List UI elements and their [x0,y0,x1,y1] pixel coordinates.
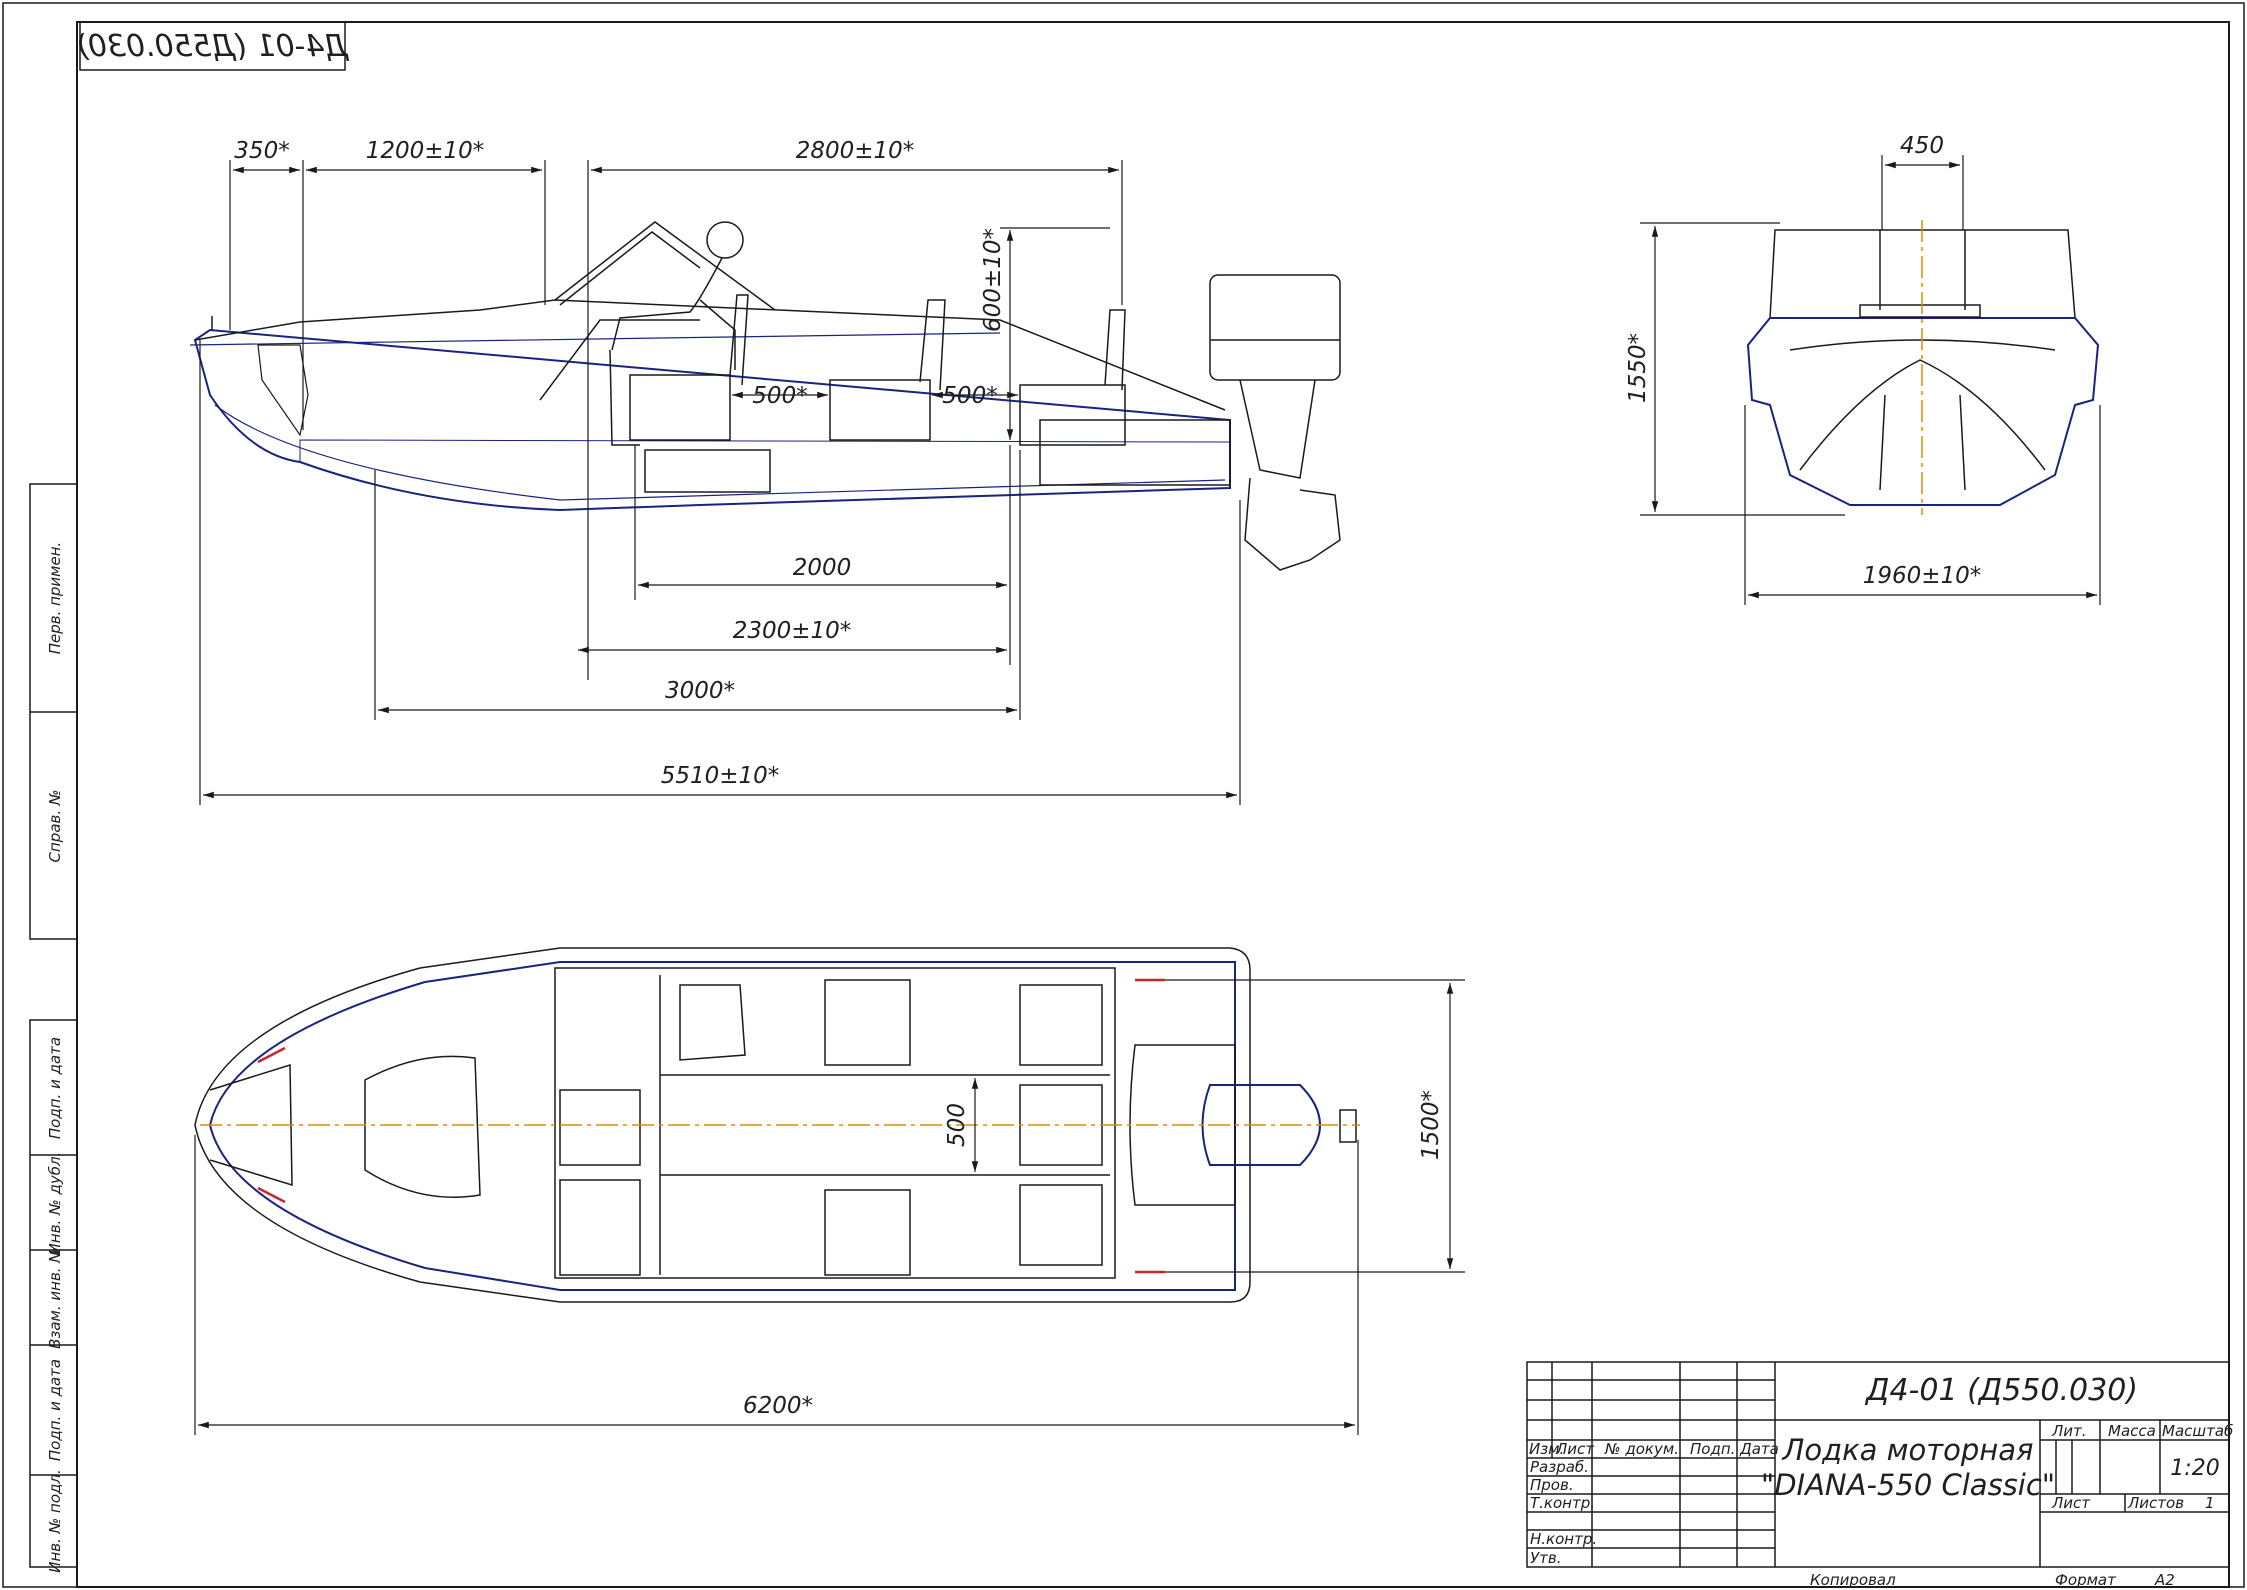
tb-row-utv: Утв. [1530,1549,1562,1567]
tb-col-podp: Подп. [1690,1440,1735,1458]
dim-3000: 3000* [665,678,735,704]
boat-drawing-sheet: Д4-01 (Д550.030) Перв. примен. Справ. № … [2,2,2245,1589]
margin-label-podp1: Подп. и дата [46,1037,64,1139]
tb-row-razrab: Разраб. [1530,1458,1589,1476]
tb-list-label: Лист [2051,1494,2091,1512]
tb-format-label: Формат [2055,1571,2117,1589]
side-view-boat [189,299,1231,512]
dim-plan-500: 500 [944,1103,970,1147]
stamp-box: Д4-01 (Д550.030) [76,21,350,71]
dim-2800: 2800±10* [796,138,915,164]
dim-600: 600±10* [980,228,1006,332]
tb-masshtab: Масштаб [2162,1422,2233,1440]
tb-col-list: Лист [1555,1440,1595,1458]
margin-label-podp2: Подп. и дата [46,1359,64,1461]
dim-450: 450 [1900,133,1944,159]
dim-1500: 1500* [1418,1090,1444,1160]
tb-scale-value: 1:20 [2170,1456,2219,1481]
tb-massa: Масса [2108,1422,2156,1440]
margin-label-sprav: Справ. № [46,790,64,863]
dim-500-a: 500* [752,383,807,409]
tb-row-nkontr: Н.контр. [1530,1530,1597,1548]
tb-lit: Лит. [2051,1422,2087,1440]
tb-row-prov: Пров. [1530,1476,1574,1494]
tb-col-data: Дата [1739,1440,1779,1458]
tb-listov-label: Листов [2127,1494,2184,1512]
tb-kopiroval: Копировал [1810,1571,1896,1589]
margin-label-inv-dubl: Инв. № дубл. [46,1152,64,1255]
dim-350: 350* [234,138,289,164]
tb-format-value: A2 [2154,1571,2175,1589]
tb-designation: Д4-01 (Д550.030) [1864,1373,2138,1408]
stamp-text: Д4-01 (Д550.030) [76,29,350,64]
dim-2000: 2000 [793,555,852,581]
title-block-text: Д4-01 (Д550.030) Лодка моторная "DIANA-5… [1529,1373,2233,1589]
dim-5510: 5510±10* [661,763,780,789]
plan-view-dim-text: 500 1500* 6200* [743,1090,1444,1419]
plan-view-cleats [257,978,1165,1274]
margin-label-perv: Перв. примен. [46,542,64,655]
dim-1200: 1200±10* [366,138,485,164]
tb-name-line1: Лодка моторная [1782,1433,2034,1467]
dim-6200: 6200* [743,1393,813,1419]
side-view-windshield [539,221,776,401]
tb-listov-value: 1 [2205,1494,2215,1512]
left-margin-labels: Перв. примен. Справ. № Подп. и дата Инв.… [46,542,64,1573]
dim-1960: 1960±10* [1863,563,1982,589]
front-view-dim-lines [1640,155,2101,605]
side-view-seats [609,221,1231,493]
dim-1550: 1550* [1625,333,1651,403]
plan-view-dim-lines [194,979,1465,1435]
dim-2300: 2300±10* [733,618,852,644]
tb-row-tkontr: Т.контр. [1530,1494,1595,1512]
front-view-dim-text: 450 1550* 1960±10* [1625,133,1981,589]
front-view-boat [1746,229,2100,506]
margin-label-vzam: Взам. инв. № [46,1247,64,1349]
margin-label-inv-podl: Инв. № подл. [46,1469,64,1572]
tb-name-line2: "DIANA-550 Classic" [1761,1468,2055,1502]
dim-500-b: 500* [942,383,997,409]
tb-col-doc: № докум. [1604,1440,1679,1458]
